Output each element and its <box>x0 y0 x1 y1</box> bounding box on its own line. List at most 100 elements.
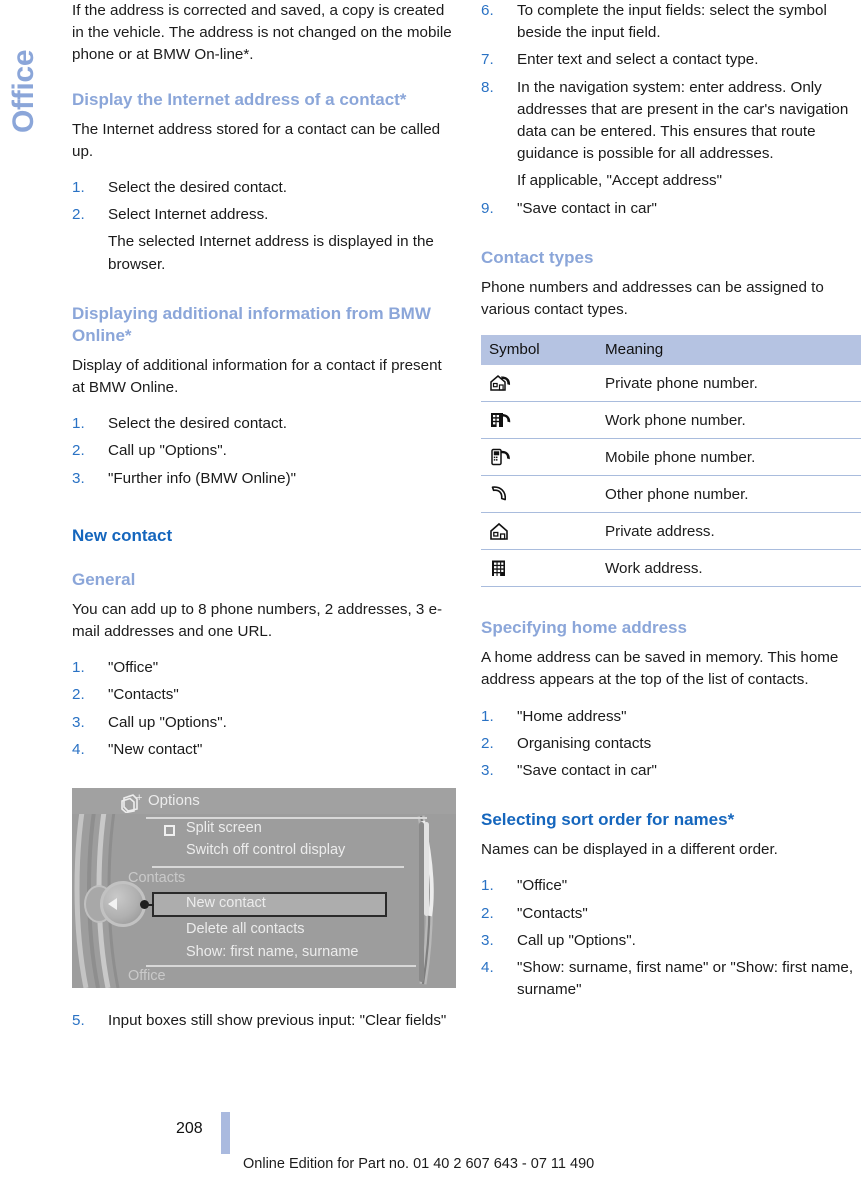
table-header-meaning: Meaning <box>597 335 861 366</box>
split-screen-checkbox[interactable] <box>164 825 175 837</box>
list-item: 3. "Further info (BMW Online)" <box>72 468 456 490</box>
display-divider <box>146 965 416 967</box>
step-number: 3. <box>72 713 85 731</box>
table-row: Work phone number. <box>481 401 861 440</box>
heading-selecting-sort-order: Selecting sort order for names* <box>481 810 735 830</box>
contact-types-table: Symbol Meaning Private phone number. Wor… <box>481 335 861 588</box>
step-number: 7. <box>481 51 494 69</box>
step-text: "Save contact in car" <box>517 199 657 217</box>
list-item: 1. "Office" <box>481 875 861 897</box>
step-text: Select Internet address. <box>108 206 269 224</box>
table-cell-meaning: Private address. <box>597 512 861 551</box>
list-item: 4. "Show: surname, first name" or "Show:… <box>481 957 861 1001</box>
step-text: Enter text and select a contact type. <box>517 51 759 69</box>
steps-new-contact-right: 6. To complete the input fields: select … <box>481 0 861 220</box>
list-item: 1. Select the desired contact. <box>72 177 456 199</box>
table-cell-symbol <box>481 401 597 440</box>
list-item: 3. Call up "Options". <box>481 930 861 952</box>
step-number: 1. <box>481 707 494 725</box>
step-text: Select the desired contact. <box>108 179 287 197</box>
idrive-display-figure: + Options Split screen Switch off contro… <box>72 788 456 989</box>
list-item: 2. Call up "Options". <box>72 440 456 462</box>
page-number: 208 <box>176 1120 203 1137</box>
display-group-label-contacts: Contacts <box>128 870 186 887</box>
paragraph-specifying-home-address: A home address can be saved in memory. T… <box>481 649 839 689</box>
paragraph-display-internet-address: The Internet address stored for a contac… <box>72 120 441 160</box>
list-item: 7. Enter text and select a contact type. <box>481 49 861 71</box>
steps-bmw-online-info: 1. Select the desired contact. 2. Call u… <box>72 413 456 490</box>
step-number: 2. <box>72 442 85 460</box>
table-row: Private address. <box>481 512 861 551</box>
step-text: "Save contact in car" <box>517 762 657 780</box>
step-text: In the navigation system: enter address.… <box>517 78 849 163</box>
list-item: 2. "Contacts" <box>72 684 456 706</box>
display-divider <box>146 817 427 819</box>
step-number: 3. <box>72 469 85 487</box>
step-number: 8. <box>481 78 494 96</box>
step-number: 2. <box>72 206 85 224</box>
step-text: Organising contacts <box>517 734 652 752</box>
table-cell-symbol <box>481 549 597 588</box>
step-text: "New contact" <box>108 740 203 758</box>
step-number: 2. <box>72 686 85 704</box>
connector-line <box>146 903 154 906</box>
step-text: "Further info (BMW Online)" <box>108 469 297 487</box>
step-text: Select the desired contact. <box>108 415 287 433</box>
footer-edition-note: Online Edition for Part no. 01 40 2 607 … <box>243 1156 595 1172</box>
list-item: 2. "Contacts" <box>481 903 861 925</box>
steps-home-address: 1. "Home address" 2. Organising contacts… <box>481 706 861 783</box>
paragraph-contact-types: Phone numbers and addresses can be assig… <box>481 278 824 319</box>
heading-display-internet-address: Display the Internet address of a contac… <box>72 89 407 109</box>
table-cell-symbol <box>481 475 597 514</box>
step-number: 1. <box>481 877 494 895</box>
display-item-switch-off-control-display[interactable]: Switch off control display <box>186 842 345 858</box>
table-cell-meaning: Mobile phone number. <box>597 438 861 477</box>
table-cell-meaning: Private phone number. <box>597 365 861 403</box>
display-title-label: Options <box>148 792 200 810</box>
page-footer: 208 Online Edition for Part no. 01 40 2 … <box>0 1112 861 1182</box>
display-footer-label-office: Office <box>128 968 166 985</box>
options-pages-plus-icon: + <box>121 793 142 814</box>
display-item-new-contact[interactable]: New contact <box>186 895 266 911</box>
heading-contact-types: Contact types <box>481 247 594 267</box>
house-phone-icon <box>489 373 597 393</box>
step-text: Call up "Options". <box>517 931 636 949</box>
svg-text:+: + <box>136 793 142 804</box>
table-row: Mobile phone number. <box>481 438 861 477</box>
display-item-delete-all-contacts[interactable]: Delete all contacts <box>186 921 304 937</box>
list-item: 1. Select the desired contact. <box>72 413 456 435</box>
display-scrollbar-thumb[interactable] <box>424 822 429 917</box>
step-subtext: If applicable, "Accept address" <box>517 172 722 190</box>
step-number: 5. <box>72 1012 85 1030</box>
chapter-tab-label: Office <box>7 49 40 133</box>
table-cell-meaning: Work phone number. <box>597 401 861 440</box>
table-cell-symbol <box>481 512 597 551</box>
list-item: 2. Organising contacts <box>481 733 861 755</box>
list-item: 3. "Save contact in car" <box>481 760 861 782</box>
step-text: "Show: surname, first name" or "Show: fi… <box>517 959 854 999</box>
display-item-show-name-order[interactable]: Show: first name, surname <box>186 944 358 960</box>
display-item-split-screen[interactable]: Split screen <box>186 820 262 836</box>
steps-sort-order: 1. "Office" 2. "Contacts" 3. Call up "Op… <box>481 875 861 1001</box>
list-item: 5. Input boxes still show previous input… <box>72 1010 456 1032</box>
paragraph-new-contact-general: You can add up to 8 phone numbers, 2 add… <box>72 600 443 641</box>
table-cell-meaning: Work address. <box>597 549 861 588</box>
step-text: "Contacts" <box>517 904 588 922</box>
table-header-row: Symbol Meaning <box>481 335 861 366</box>
list-item: 6. To complete the input fields: select … <box>481 0 861 44</box>
table-header-symbol: Symbol <box>481 335 597 366</box>
table-cell-symbol <box>481 365 597 403</box>
right-column: 6. To complete the input fields: select … <box>481 0 861 1006</box>
list-item: 1. "Home address" <box>481 706 861 728</box>
idrive-knob-left-arrow-icon <box>108 898 117 911</box>
step-number: 2. <box>481 904 494 922</box>
footer-rule <box>221 1112 230 1154</box>
table-row: Private phone number. <box>481 365 861 403</box>
step-text: To complete the input fields: select the… <box>517 2 827 42</box>
step-number: 1. <box>72 179 85 197</box>
left-column: If the address is corrected and saved, a… <box>72 0 456 1037</box>
steps-new-contact-continued: 5. Input boxes still show previous input… <box>72 1010 456 1032</box>
step-subtext: The selected Internet address is display… <box>108 233 434 273</box>
step-number: 3. <box>481 762 494 780</box>
list-item: 1. "Office" <box>72 657 456 679</box>
